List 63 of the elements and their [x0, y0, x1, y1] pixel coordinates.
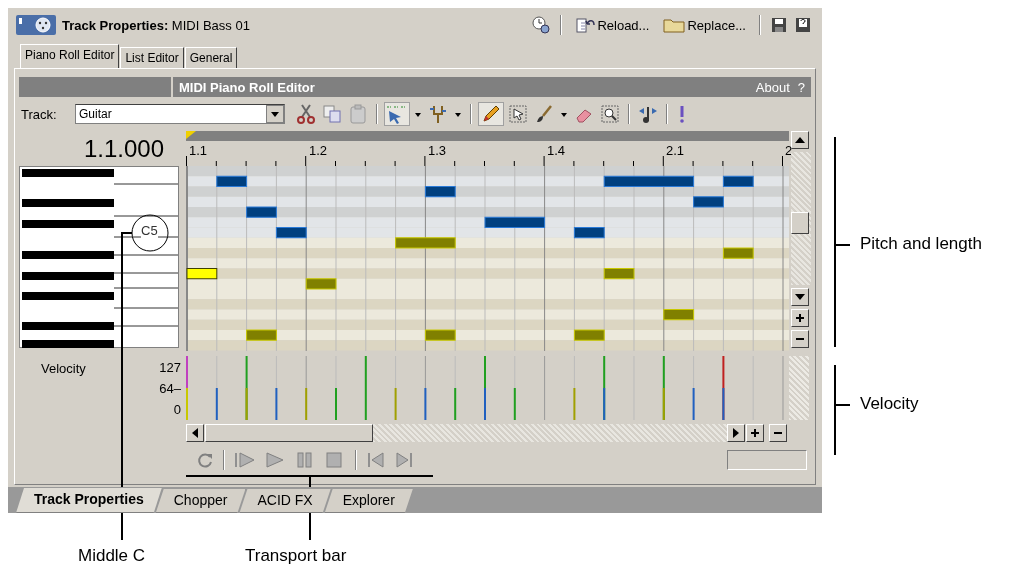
tuning-fork-icon[interactable]	[427, 103, 449, 125]
middle-c-label: C5	[141, 223, 158, 238]
left-arrow-icon	[192, 428, 198, 438]
scroll-thumb[interactable]	[791, 212, 809, 234]
time-field[interactable]	[727, 450, 807, 470]
annotation-label: Transport bar	[245, 546, 347, 566]
scroll-thumb[interactable]	[205, 424, 373, 442]
ruler-label: 1.2	[309, 144, 328, 158]
window-tab[interactable]: ACID FX	[239, 489, 331, 513]
editor-tab[interactable]: Piano Roll Editor	[20, 44, 120, 68]
about-link[interactable]: About	[755, 79, 790, 95]
velocity-scale-label: 0	[173, 401, 181, 419]
track-label: Track:	[21, 106, 58, 122]
zoom-icon[interactable]	[599, 103, 621, 125]
velocity-scale-label: 64–	[159, 380, 181, 398]
editor-tab[interactable]: List Editor	[120, 47, 184, 68]
piano-roll-notes-drawing[interactable]	[186, 166, 789, 351]
scissors-icon[interactable]	[295, 103, 317, 125]
zoom-out-button[interactable]	[769, 424, 787, 442]
ruler-label: 1.3	[428, 144, 447, 158]
reload-button[interactable]: Reload...	[571, 16, 654, 34]
scroll-right-button[interactable]	[727, 424, 745, 442]
annotation-label: Velocity	[860, 394, 919, 414]
save-icon[interactable]	[770, 16, 788, 34]
folder-icon	[663, 16, 686, 34]
zoom-in-button[interactable]	[791, 309, 809, 327]
velocity-scale-label: 127	[159, 359, 181, 377]
help-link[interactable]: ?	[797, 79, 805, 95]
document-arrow-icon	[575, 16, 596, 34]
scroll-down-button[interactable]	[791, 288, 809, 306]
annotation-label: Middle C	[78, 546, 146, 566]
piano-keyboard-drawing[interactable]	[19, 166, 179, 348]
window-tab[interactable]: Chopper	[155, 489, 246, 513]
scroll-up-button[interactable]	[791, 131, 809, 149]
save-help-icon[interactable]	[794, 16, 812, 34]
up-arrow-icon	[795, 137, 805, 143]
zoom-out-button[interactable]	[791, 330, 809, 348]
pencil-icon[interactable]	[479, 103, 503, 125]
annotation-label: Pitch and length	[860, 234, 982, 254]
callout-circle	[131, 214, 169, 252]
track-select[interactable]: Guitar	[75, 104, 285, 124]
replace-button[interactable]: Replace...	[659, 16, 750, 34]
window-tab[interactable]: Explorer	[324, 489, 413, 513]
ruler-label: 2.1	[666, 144, 685, 158]
position-readout: 1.1.000	[82, 134, 165, 164]
selection-tool-icon[interactable]	[385, 103, 409, 125]
playhead-marker-icon[interactable]	[186, 131, 196, 139]
editor-title: MIDI Piano Roll Editor	[179, 79, 315, 95]
down-arrow-icon	[795, 294, 805, 300]
right-arrow-icon	[733, 428, 739, 438]
scroll-left-button[interactable]	[186, 424, 204, 442]
plus-icon	[750, 428, 760, 438]
scroll-track	[789, 356, 809, 420]
window-title: Track Properties: MIDI Bass 01	[62, 17, 250, 33]
zoom-in-button[interactable]	[746, 424, 764, 442]
velocity-label: Velocity	[40, 360, 87, 378]
ruler-label: 1.4	[547, 144, 566, 158]
midi-plug-icon	[16, 15, 56, 35]
window-tab[interactable]: Track Properties	[16, 488, 162, 513]
clock-gear-icon[interactable]	[531, 15, 552, 35]
ruler-label: 1.1	[189, 144, 208, 158]
editor-tab[interactable]: General	[184, 47, 238, 68]
plus-icon	[795, 313, 805, 323]
